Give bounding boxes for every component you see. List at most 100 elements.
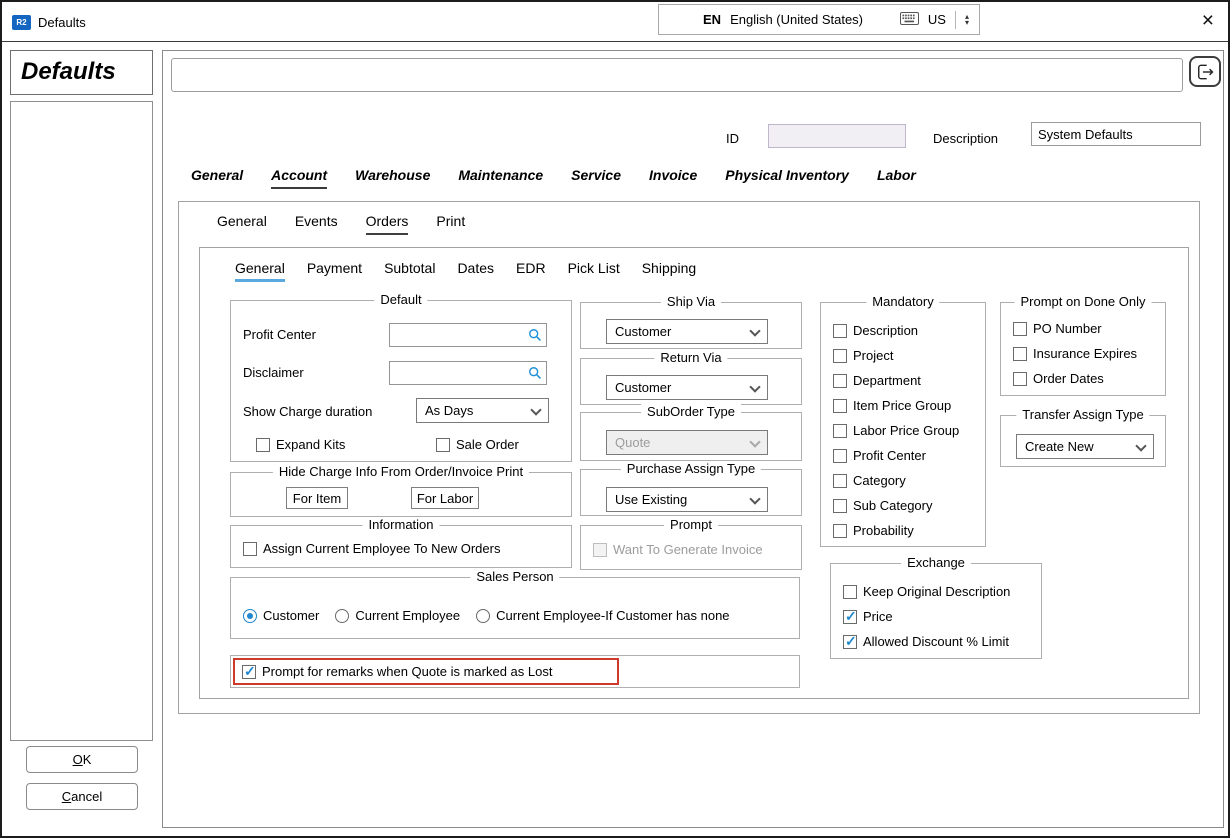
- account-tab-panel: General Events Orders Print General Paym…: [178, 201, 1200, 714]
- checkbox-box: [843, 610, 857, 624]
- page-title: Defaults: [10, 50, 153, 95]
- checkbox-box: [256, 438, 270, 452]
- mandatory-project-checkbox[interactable]: Project: [833, 348, 893, 363]
- default-group-title: Default: [374, 292, 427, 307]
- allowed-discount-limit-checkbox[interactable]: Allowed Discount % Limit: [843, 634, 1009, 649]
- for-item-button[interactable]: For Item: [286, 487, 348, 509]
- ship-via-title: Ship Via: [661, 294, 721, 309]
- ship-via-select[interactable]: Customer: [606, 319, 768, 344]
- mandatory-sub-category-checkbox[interactable]: Sub Category: [833, 498, 933, 513]
- profit-center-input[interactable]: [389, 323, 547, 347]
- close-icon[interactable]: ×: [1202, 9, 1214, 33]
- tab-labor[interactable]: Labor: [877, 167, 916, 189]
- checkbox-label: Department: [853, 373, 921, 388]
- transfer-assign-type-select[interactable]: Create New: [1016, 434, 1154, 459]
- prompt-group: Prompt Want To Generate Invoice: [580, 525, 802, 570]
- ok-button[interactable]: OK: [26, 746, 138, 773]
- tab-account-print[interactable]: Print: [436, 213, 465, 235]
- mandatory-labor-price-group-checkbox[interactable]: Labor Price Group: [833, 423, 959, 438]
- radio-label: Customer: [263, 608, 319, 623]
- tab-general[interactable]: General: [191, 167, 243, 189]
- tab-physical-inventory[interactable]: Physical Inventory: [725, 167, 849, 189]
- cancel-button-label: Cancel: [62, 789, 102, 804]
- return-via-select[interactable]: Customer: [606, 375, 768, 400]
- tab-orders-dates[interactable]: Dates: [457, 260, 494, 282]
- logout-icon: [1195, 62, 1215, 82]
- checkbox-label: Project: [853, 348, 893, 363]
- selected-value: As Days: [425, 403, 473, 418]
- mandatory-description-checkbox[interactable]: Description: [833, 323, 918, 338]
- search-icon[interactable]: [528, 366, 542, 383]
- transfer-assign-type-title: Transfer Assign Type: [1016, 407, 1149, 422]
- tab-orders-pick-list[interactable]: Pick List: [568, 260, 620, 282]
- radio-circle: [476, 609, 490, 623]
- chevron-down-icon: [749, 436, 760, 447]
- language-bar[interactable]: EN English (United States) US: [658, 4, 980, 35]
- insurance-expires-checkbox[interactable]: Insurance Expires: [1013, 346, 1137, 361]
- langbar-spinner[interactable]: ▴▾: [965, 14, 969, 26]
- radio-customer[interactable]: Customer: [243, 608, 319, 623]
- tab-account[interactable]: Account: [271, 167, 327, 189]
- mandatory-profit-center-checkbox[interactable]: Profit Center: [833, 448, 926, 463]
- tab-maintenance[interactable]: Maintenance: [458, 167, 543, 189]
- cancel-button[interactable]: Cancel: [26, 783, 138, 810]
- exit-button[interactable]: [1189, 56, 1221, 87]
- expand-kits-checkbox[interactable]: Expand Kits: [256, 437, 345, 452]
- exchange-group-title: Exchange: [901, 555, 971, 570]
- tab-orders-shipping[interactable]: Shipping: [642, 260, 697, 282]
- tab-invoice[interactable]: Invoice: [649, 167, 697, 189]
- tab-orders-edr[interactable]: EDR: [516, 260, 546, 282]
- checkbox-box: [833, 474, 847, 488]
- assign-current-employee-checkbox[interactable]: Assign Current Employee To New Orders: [243, 541, 500, 556]
- mandatory-department-checkbox[interactable]: Department: [833, 373, 921, 388]
- language-name: English (United States): [730, 12, 863, 27]
- disclaimer-input[interactable]: [389, 361, 547, 385]
- id-input[interactable]: [768, 124, 906, 148]
- order-dates-checkbox[interactable]: Order Dates: [1013, 371, 1104, 386]
- mandatory-probability-checkbox[interactable]: Probability: [833, 523, 914, 538]
- search-icon[interactable]: [528, 328, 542, 345]
- exchange-group: Exchange Keep Original Description Price…: [830, 563, 1042, 659]
- show-charge-duration-select[interactable]: As Days: [416, 398, 549, 423]
- price-checkbox[interactable]: Price: [843, 609, 893, 624]
- prompt-remarks-checkbox[interactable]: Prompt for remarks when Quote is marked …: [242, 664, 552, 679]
- tab-orders-general[interactable]: General: [235, 260, 285, 282]
- tab-orders-payment[interactable]: Payment: [307, 260, 362, 282]
- tab-account-orders[interactable]: Orders: [366, 213, 409, 235]
- radio-current-employee[interactable]: Current Employee: [335, 608, 460, 623]
- description-input[interactable]: [1031, 122, 1201, 146]
- checkbox-box: [593, 543, 607, 557]
- checkbox-label: Item Price Group: [853, 398, 951, 413]
- chevron-down-icon: [749, 493, 760, 504]
- tab-account-general[interactable]: General: [217, 213, 267, 235]
- checkbox-label: Allowed Discount % Limit: [863, 634, 1009, 649]
- tab-orders-subtotal[interactable]: Subtotal: [384, 260, 435, 282]
- ok-button-label: OK: [73, 752, 92, 767]
- po-number-checkbox[interactable]: PO Number: [1013, 321, 1102, 336]
- information-group: Information Assign Current Employee To N…: [230, 525, 572, 568]
- checkbox-label: PO Number: [1033, 321, 1102, 336]
- annotation-highlight: Prompt for remarks when Quote is marked …: [233, 658, 619, 685]
- return-via-group: Return Via Customer: [580, 358, 802, 405]
- mandatory-category-checkbox[interactable]: Category: [833, 473, 906, 488]
- selected-value: Create New: [1025, 439, 1094, 454]
- for-labor-button[interactable]: For Labor: [411, 487, 479, 509]
- purchase-assign-type-group: Purchase Assign Type Use Existing: [580, 469, 802, 516]
- radio-current-employee-if-none[interactable]: Current Employee-If Customer has none: [476, 608, 729, 623]
- mandatory-item-price-group-checkbox[interactable]: Item Price Group: [833, 398, 951, 413]
- checkbox-box: [833, 524, 847, 538]
- sidebar-list-panel: [10, 101, 153, 741]
- mandatory-group-title: Mandatory: [866, 294, 939, 309]
- checkbox-label: Sub Category: [853, 498, 933, 513]
- checkbox-box: [1013, 372, 1027, 386]
- suborder-type-title: SubOrder Type: [641, 404, 741, 419]
- tab-warehouse[interactable]: Warehouse: [355, 167, 430, 189]
- purchase-assign-type-select[interactable]: Use Existing: [606, 487, 768, 512]
- keyboard-layout: US: [928, 12, 946, 27]
- sale-order-checkbox[interactable]: Sale Order: [436, 437, 519, 452]
- keep-original-description-checkbox[interactable]: Keep Original Description: [843, 584, 1010, 599]
- checkbox-label: Sale Order: [456, 437, 519, 452]
- tab-account-events[interactable]: Events: [295, 213, 338, 235]
- tab-service[interactable]: Service: [571, 167, 621, 189]
- defaults-window: R2 Defaults EN English (United States): [0, 0, 1230, 838]
